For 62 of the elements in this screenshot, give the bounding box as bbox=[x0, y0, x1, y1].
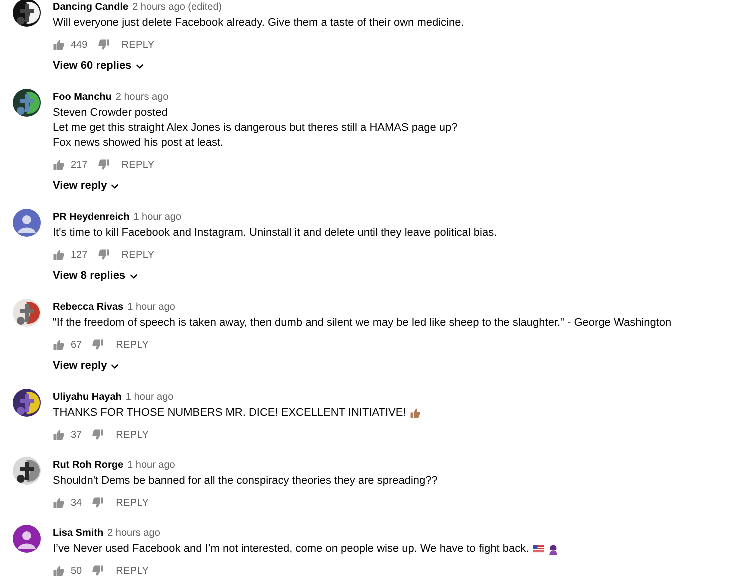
dislike-icon[interactable] bbox=[98, 159, 110, 171]
dislike-icon[interactable] bbox=[98, 39, 110, 51]
view-replies-button[interactable]: View 60 replies bbox=[53, 57, 144, 75]
author-name[interactable]: Rut Roh Rorge bbox=[53, 460, 124, 470]
comment-time[interactable]: 1 hour ago bbox=[126, 392, 174, 402]
view-replies-button[interactable]: View reply bbox=[53, 357, 120, 375]
like-icon[interactable] bbox=[53, 497, 65, 509]
like-icon[interactable] bbox=[53, 339, 65, 351]
flag-icon bbox=[533, 544, 544, 555]
chevron-down-icon bbox=[111, 184, 120, 188]
comment-text: Let me get this straight Alex Jones is dangerous but theres still a HAMAS page up? bbox=[53, 121, 458, 136]
like-icon[interactable] bbox=[53, 249, 65, 261]
author-name[interactable]: Lisa Smith bbox=[53, 528, 104, 538]
like-count: 37 bbox=[71, 430, 82, 440]
reply-button[interactable]: REPLY bbox=[122, 248, 155, 262]
comment-time[interactable]: 1 hour ago bbox=[128, 302, 176, 312]
thumbs-up-icon bbox=[410, 408, 422, 419]
comment-text: Will everyone just delete Facebook already. Give them a taste of their own medicine. bbox=[53, 16, 464, 31]
dislike-icon[interactable] bbox=[92, 565, 104, 577]
chevron-down-icon bbox=[136, 64, 144, 68]
chevron-down-icon bbox=[111, 364, 120, 368]
comment-text: I’ve Never used Facebook and I’m not interested, come on people wise up. We have to fight back. bbox=[53, 542, 530, 557]
person-icon bbox=[548, 544, 560, 555]
comment-text: Fox news showed his post at least. bbox=[53, 136, 224, 151]
comment-time[interactable]: 2 hours ago bbox=[116, 92, 169, 102]
like-icon[interactable] bbox=[53, 39, 65, 51]
comment-text: It's time to kill Facebook and Instagram. Uninstall it and delete until they leave political bias. bbox=[53, 226, 498, 241]
like-count: 127 bbox=[71, 250, 88, 260]
comment-text: Steven Crowder posted bbox=[53, 106, 168, 121]
author-name[interactable]: PR Heydenreich bbox=[53, 212, 130, 222]
author-name[interactable]: Uliyahu Hayah bbox=[53, 392, 122, 402]
like-icon[interactable] bbox=[53, 159, 65, 171]
like-icon[interactable] bbox=[53, 429, 65, 441]
like-count: 449 bbox=[71, 40, 88, 50]
chevron-down-icon bbox=[130, 274, 138, 278]
author-name[interactable]: Foo Manchu bbox=[53, 92, 112, 102]
like-count: 67 bbox=[71, 340, 82, 350]
comment-text: Shouldn't Dems be banned for all the conspiracy theories they are spreading?? bbox=[53, 474, 438, 489]
comment-text: "If the freedom of speech is taken away, then dumb and silent we may be led like sheep to the slaughter." - George Washington bbox=[53, 316, 672, 331]
comment-time[interactable]: 2 hours ago bbox=[108, 528, 160, 538]
dislike-icon[interactable] bbox=[98, 249, 110, 261]
like-count: 34 bbox=[71, 498, 82, 508]
comment-text: THANKS FOR THOSE NUMBERS MR. DICE! EXCELLENT INITIATIVE! bbox=[53, 406, 406, 421]
author-name[interactable]: Rebecca Rivas bbox=[53, 302, 124, 312]
reply-button[interactable]: REPLY bbox=[122, 158, 155, 172]
view-replies-button[interactable]: View reply bbox=[53, 177, 120, 195]
reply-button[interactable]: REPLY bbox=[116, 338, 150, 352]
like-count: 217 bbox=[71, 160, 88, 170]
dislike-icon[interactable] bbox=[92, 429, 104, 441]
reply-button[interactable]: REPLY bbox=[116, 428, 150, 442]
reply-button[interactable]: REPLY bbox=[116, 564, 150, 578]
author-name[interactable]: Dancing Candle bbox=[53, 2, 129, 12]
dislike-icon[interactable] bbox=[92, 339, 104, 351]
view-replies-button[interactable]: View 8 replies bbox=[53, 267, 138, 285]
like-icon[interactable] bbox=[53, 565, 65, 577]
like-count: 50 bbox=[71, 566, 82, 576]
dislike-icon[interactable] bbox=[92, 497, 104, 509]
reply-button[interactable]: REPLY bbox=[116, 496, 150, 510]
reply-button[interactable]: REPLY bbox=[122, 38, 155, 52]
comment-time[interactable]: 2 hours ago (edited) bbox=[132, 2, 222, 12]
comment-time[interactable]: 1 hour ago bbox=[128, 460, 176, 470]
comment-time[interactable]: 1 hour ago bbox=[134, 212, 182, 222]
